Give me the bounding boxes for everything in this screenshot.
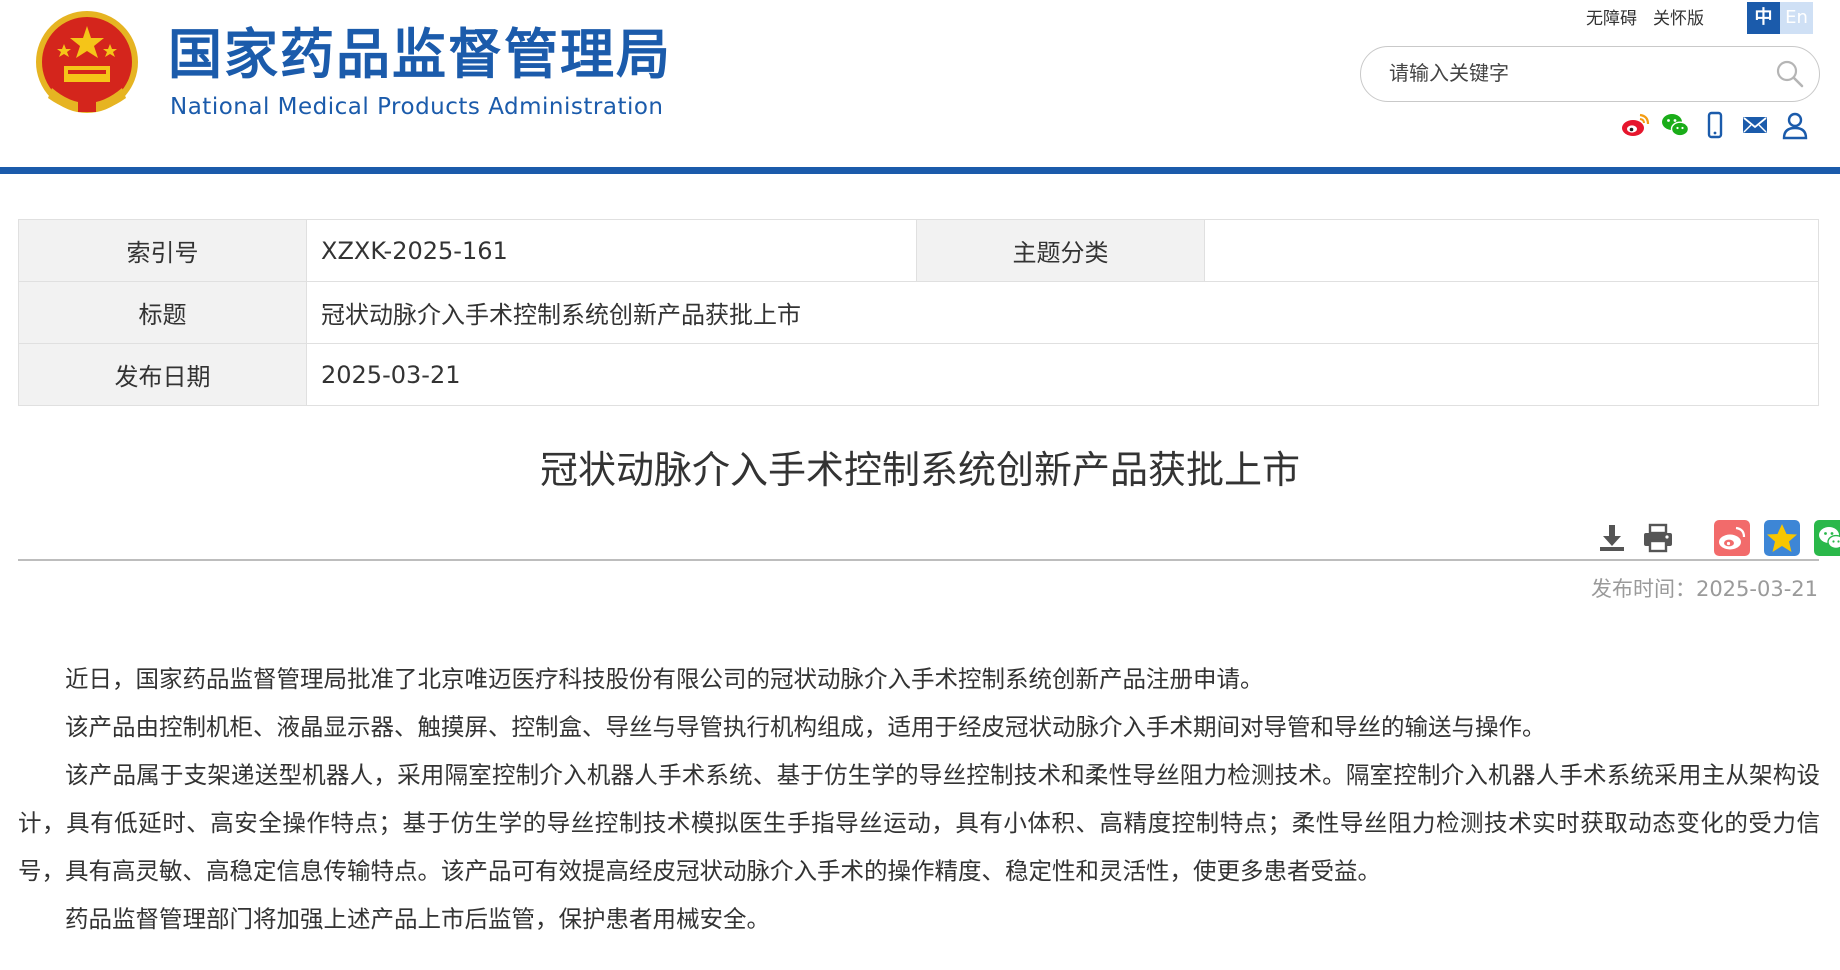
user-icon[interactable]	[1780, 110, 1810, 140]
mail-icon[interactable]	[1740, 110, 1770, 140]
article-paragraph: 药品监督管理部门将加强上述产品上市后监管，保护患者用械安全。	[65, 905, 770, 933]
title-label: 标题	[18, 281, 307, 344]
wechat-share-icon[interactable]	[1814, 520, 1840, 556]
search-box	[1360, 46, 1820, 102]
article-title: 冠状动脉介入手术控制系统创新产品获批上市	[539, 448, 1300, 492]
lang-chinese-button[interactable]: 中	[1747, 2, 1780, 34]
document-info-table: 索引号 XZXK-2025-161 主题分类 标题 冠状动脉介入手术控制系统创新…	[18, 219, 1819, 406]
national-emblem-logo[interactable]	[34, 10, 140, 122]
article-paragraph: 该产品属于支架递送型机器人，采用隔室控制介入机器人手术系统、基于仿生学的导丝控制…	[18, 761, 1820, 885]
article-paragraph: 该产品由控制机柜、液晶显示器、触摸屏、控制盒、导丝与导管执行机构组成，适用于经皮…	[65, 713, 1546, 741]
weibo-share-icon[interactable]	[1714, 520, 1750, 556]
site-brand-english[interactable]: National Medical Products Administration	[170, 92, 664, 122]
download-icon[interactable]	[1596, 522, 1628, 554]
title-divider	[18, 559, 1819, 561]
accessibility-link[interactable]: 无障碍	[1586, 6, 1637, 32]
index-value: XZXK-2025-161	[306, 219, 917, 282]
care-mode-link[interactable]: 关怀版	[1653, 6, 1704, 32]
topic-label: 主题分类	[916, 219, 1205, 282]
index-label: 索引号	[18, 219, 307, 282]
date-value: 2025-03-21	[306, 343, 1819, 406]
article-tools	[1596, 518, 1840, 558]
title-value: 冠状动脉介入手术控制系统创新产品获批上市	[306, 281, 1819, 344]
header-divider-bar	[0, 167, 1840, 174]
info-row-date: 发布日期 2025-03-21	[18, 343, 1819, 406]
lang-english-button[interactable]: En	[1780, 2, 1813, 34]
article-body: 近日，国家药品监督管理局批准了北京唯迈医疗科技股份有限公司的冠状动脉介入手术控制…	[18, 655, 1820, 943]
language-switch: 中 En	[1747, 2, 1813, 34]
search-input[interactable]	[1389, 47, 1769, 99]
wechat-icon[interactable]	[1660, 110, 1690, 140]
info-row-title: 标题 冠状动脉介入手术控制系统创新产品获批上市	[18, 281, 1819, 344]
search-icon[interactable]	[1775, 59, 1805, 89]
social-links	[1620, 110, 1810, 140]
site-header: 国家药品监督管理局 National Medical Products Admi…	[0, 0, 1840, 168]
info-row-index: 索引号 XZXK-2025-161 主题分类	[18, 219, 1819, 282]
top-links: 无障碍 关怀版	[1586, 6, 1704, 32]
article-paragraph: 近日，国家药品监督管理局批准了北京唯迈医疗科技股份有限公司的冠状动脉介入手术控制…	[65, 665, 1264, 693]
site-brand-chinese[interactable]: 国家药品监督管理局	[168, 20, 672, 90]
publish-time-value: 2025-03-21	[1695, 577, 1818, 601]
publish-time: 发布时间：2025-03-21	[1591, 574, 1818, 604]
qzone-share-icon[interactable]	[1764, 520, 1800, 556]
publish-time-label: 发布时间：	[1590, 577, 1696, 601]
topic-value	[1204, 219, 1819, 282]
mobile-icon[interactable]	[1700, 110, 1730, 140]
weibo-icon[interactable]	[1620, 110, 1650, 140]
date-label: 发布日期	[18, 343, 307, 406]
print-icon[interactable]	[1642, 522, 1674, 554]
